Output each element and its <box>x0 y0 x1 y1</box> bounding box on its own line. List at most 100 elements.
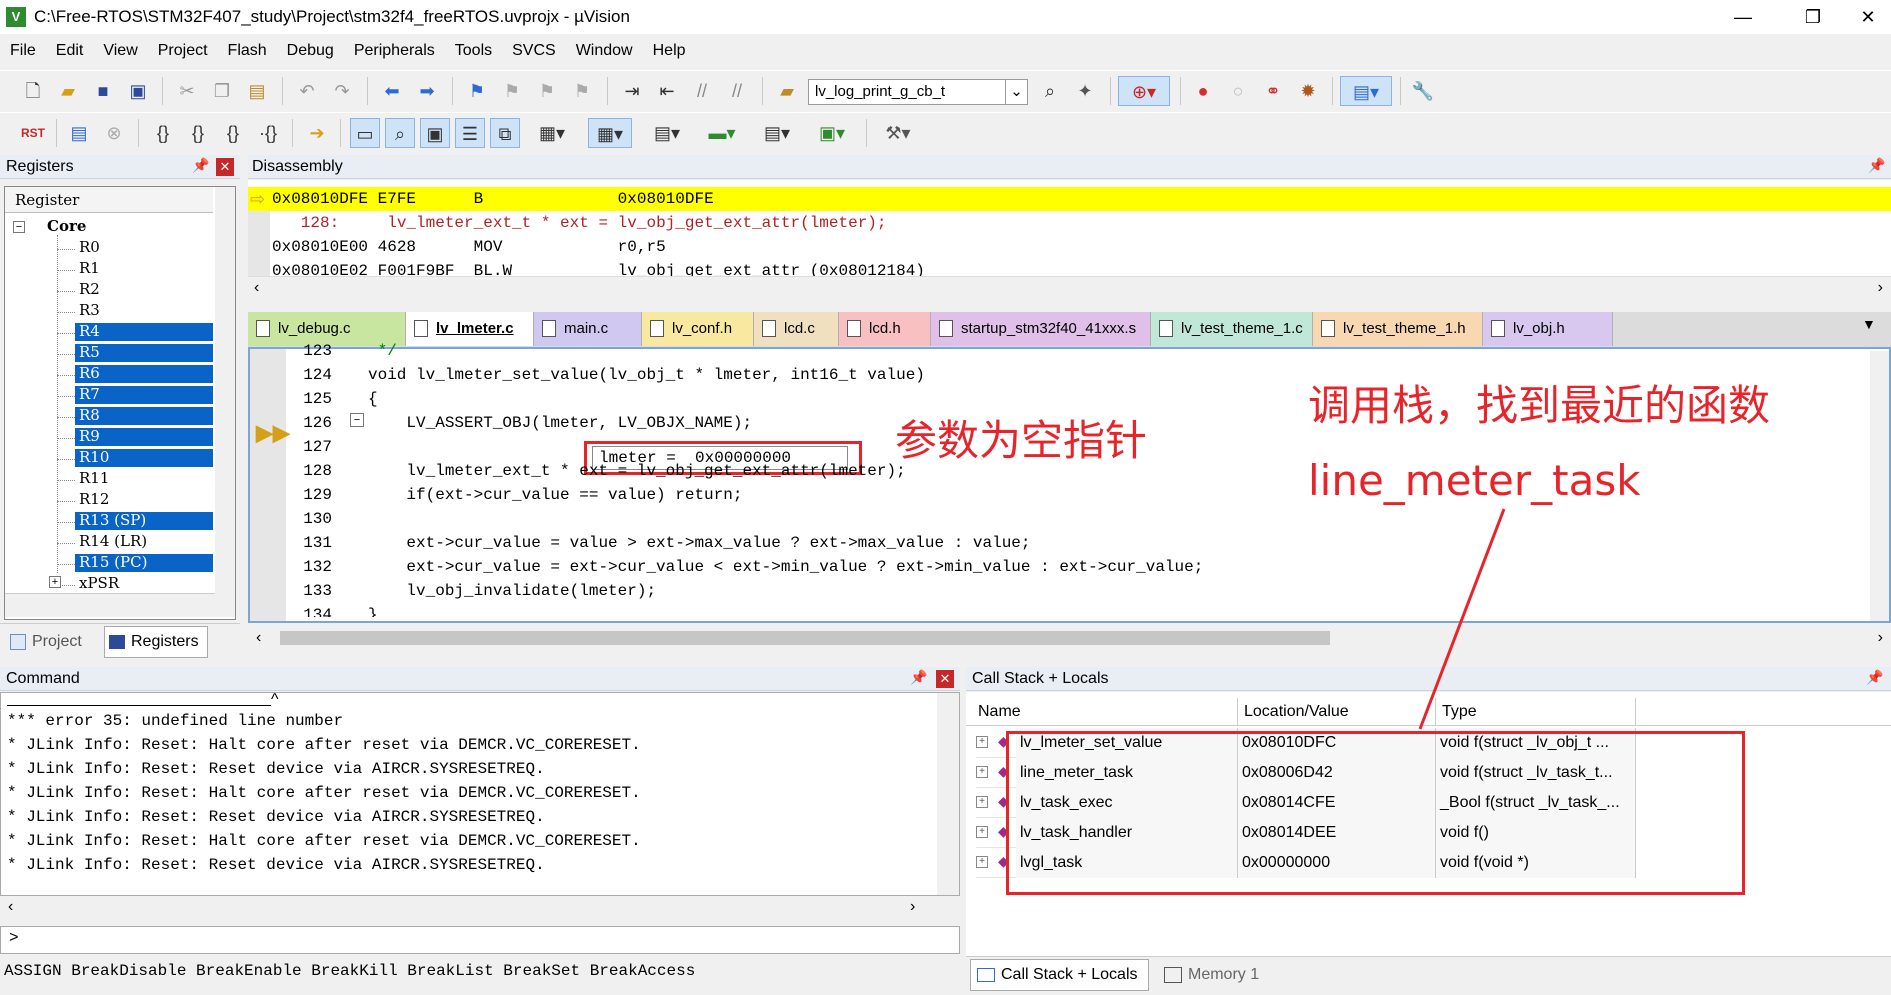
file-tab[interactable]: lv_obj.h <box>1483 312 1613 346</box>
command-input[interactable]: > <box>0 926 960 954</box>
find-in-files-icon[interactable]: ▰ <box>772 76 802 106</box>
close-icon[interactable]: ✕ <box>216 158 234 176</box>
navigate-back-icon[interactable]: ⬅ <box>377 76 407 106</box>
register-row[interactable]: R11 <box>75 469 213 488</box>
register-row[interactable]: R7 <box>75 385 213 404</box>
register-row[interactable]: R4 <box>75 322 213 341</box>
maximize-button[interactable]: ❐ <box>1790 4 1836 30</box>
close-window-button[interactable]: ✕ <box>1845 4 1891 30</box>
editor-hscroll[interactable]: ‹ › <box>250 627 1891 649</box>
registers-scrollbar[interactable] <box>215 187 235 617</box>
menu-project[interactable]: Project <box>148 36 218 66</box>
register-row[interactable]: R10 <box>75 448 213 467</box>
collapse-icon[interactable]: − <box>13 221 25 233</box>
bookmark-icon[interactable]: ⚑ <box>462 76 492 106</box>
scroll-left-icon[interactable]: ‹ <box>8 896 13 918</box>
analysis-window-icon[interactable]: ▬▾ <box>700 118 744 148</box>
tab-memory-1[interactable]: Memory 1 <box>1160 961 1259 989</box>
tab-project[interactable]: Project <box>6 628 82 656</box>
fold-icon[interactable]: − <box>350 413 364 427</box>
step-out-icon[interactable]: {} <box>218 118 248 148</box>
pin-icon[interactable]: 📌 <box>910 669 927 686</box>
unindent-icon[interactable]: ⇤ <box>652 76 682 106</box>
tab-registers[interactable]: Registers <box>104 626 208 658</box>
cut-icon[interactable]: ✂ <box>172 76 202 106</box>
file-tab[interactable]: lv_test_theme_1.h <box>1313 312 1483 346</box>
expand-icon[interactable]: + <box>976 796 988 808</box>
open-file-icon[interactable]: ▰ <box>53 76 83 106</box>
debug-session-icon[interactable]: ⊕▾ <box>1118 76 1170 106</box>
menu-tools[interactable]: Tools <box>445 36 502 66</box>
expand-icon[interactable]: + <box>976 736 988 748</box>
file-tab[interactable]: lcd.h <box>839 312 931 346</box>
menu-flash[interactable]: Flash <box>218 36 277 66</box>
file-tab[interactable]: lv_test_theme_1.c <box>1151 312 1313 346</box>
reset-icon[interactable]: RST <box>18 118 48 148</box>
minimize-button[interactable]: — <box>1720 4 1766 30</box>
find-combo[interactable]: lv_log_print_g_cb_t <box>808 79 1028 105</box>
configure-icon[interactable]: 🔧 <box>1408 76 1438 106</box>
menu-file[interactable]: File <box>0 36 46 66</box>
register-row[interactable]: xPSR <box>75 574 213 593</box>
undo-icon[interactable]: ↶ <box>292 76 322 106</box>
step-over-icon[interactable]: {} <box>183 118 213 148</box>
stop-icon[interactable]: ⊗ <box>99 118 129 148</box>
scroll-left-icon[interactable]: ‹ <box>256 627 261 649</box>
file-tab[interactable]: lcd.c <box>754 312 839 346</box>
close-icon[interactable]: ✕ <box>936 670 954 688</box>
menu-view[interactable]: View <box>93 36 147 66</box>
window-layout-icon[interactable]: ▤▾ <box>1340 76 1392 106</box>
redo-icon[interactable]: ↷ <box>327 76 357 106</box>
menu-edit[interactable]: Edit <box>46 36 94 66</box>
register-row[interactable]: R6 <box>75 364 213 383</box>
comment-icon[interactable]: // <box>687 76 717 106</box>
file-tab[interactable]: lv_conf.h <box>642 312 754 346</box>
expand-icon[interactable]: + <box>976 766 988 778</box>
register-row[interactable]: R1 <box>75 259 213 278</box>
run-icon[interactable]: ▤ <box>64 118 94 148</box>
indent-icon[interactable]: ⇥ <box>617 76 647 106</box>
uncomment-icon[interactable]: // <box>722 76 752 106</box>
file-tab[interactable]: main.c <box>534 312 642 346</box>
editor-vscroll[interactable] <box>1870 351 1889 621</box>
show-next-statement-icon[interactable]: ➔ <box>302 118 332 148</box>
watch-window-icon[interactable]: ▦▾ <box>530 118 574 148</box>
prev-bookmark-icon[interactable]: ⚑ <box>497 76 527 106</box>
call-stack-window-icon[interactable]: ⧉ <box>490 118 520 148</box>
step-icon[interactable]: {} <box>148 118 178 148</box>
menu-svcs[interactable]: SVCS <box>502 36 566 66</box>
expand-icon[interactable]: + <box>976 856 988 868</box>
new-file-icon[interactable]: 🗋 <box>18 76 48 106</box>
navigate-forward-icon[interactable]: ➡ <box>412 76 442 106</box>
menu-peripherals[interactable]: Peripherals <box>344 36 445 66</box>
core-group[interactable]: Core <box>47 217 86 235</box>
column-name[interactable]: Name <box>976 698 1238 726</box>
register-row[interactable]: R2 <box>75 280 213 299</box>
scroll-left-icon[interactable]: ‹ <box>254 277 259 299</box>
scroll-right-icon[interactable]: › <box>1878 277 1883 299</box>
command-output[interactable]: ^ *** error 35: undefined line number * J… <box>0 692 960 896</box>
serial-window-icon[interactable]: ▤▾ <box>645 118 689 148</box>
register-row[interactable]: R5 <box>75 343 213 362</box>
register-row[interactable]: R15 (PC) <box>75 553 213 572</box>
menu-help[interactable]: Help <box>643 36 696 66</box>
toolbox-icon[interactable]: ⚒▾ <box>874 118 922 148</box>
file-tab[interactable]: startup_stm32f40_41xxx.s <box>931 312 1151 346</box>
expand-icon[interactable]: + <box>976 826 988 838</box>
tabs-dropdown-icon[interactable]: ▼ <box>1862 316 1876 332</box>
memory-window-icon[interactable]: ▦▾ <box>588 118 632 148</box>
paste-icon[interactable]: ▤ <box>242 76 272 106</box>
enable-breakpoint-icon[interactable]: ○ <box>1223 76 1253 106</box>
menu-debug[interactable]: Debug <box>277 36 344 66</box>
save-all-icon[interactable]: ▣ <box>123 76 153 106</box>
clear-bookmarks-icon[interactable]: ⚑ <box>567 76 597 106</box>
find-icon[interactable]: ⌕ <box>1035 76 1065 106</box>
command-vscroll[interactable] <box>937 693 959 895</box>
register-row[interactable]: R14 (LR) <box>75 532 213 551</box>
scroll-right-icon[interactable]: › <box>910 896 915 918</box>
register-row[interactable]: R9 <box>75 427 213 446</box>
register-row[interactable]: R3 <box>75 301 213 320</box>
next-bookmark-icon[interactable]: ⚑ <box>532 76 562 106</box>
system-viewer-icon[interactable]: ▣▾ <box>810 118 854 148</box>
command-hscroll[interactable]: ‹ › <box>0 896 960 918</box>
